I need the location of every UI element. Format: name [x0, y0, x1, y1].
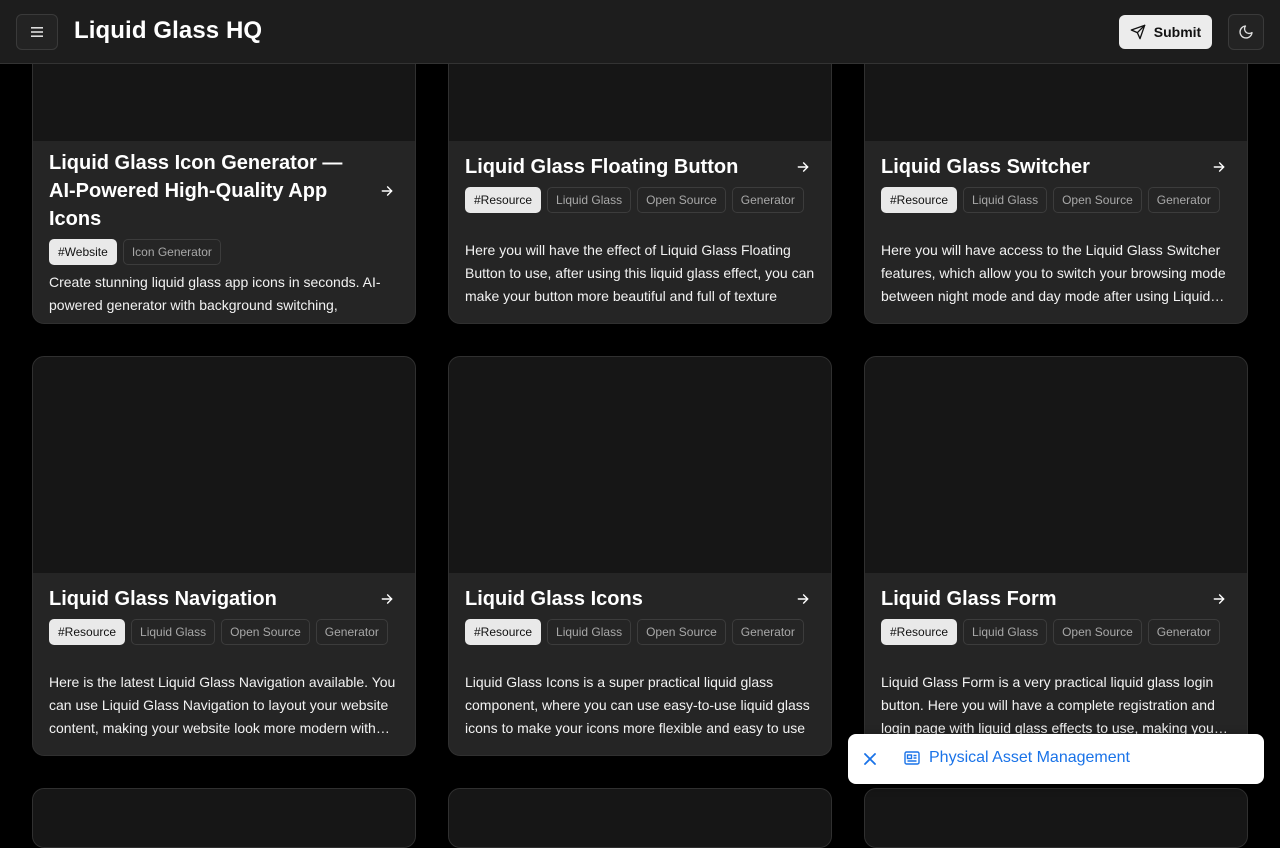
- news-icon: [904, 751, 920, 765]
- tag-badge[interactable]: Generator: [731, 619, 804, 645]
- tag-badge[interactable]: Liquid Glass: [131, 619, 216, 645]
- tag-badge[interactable]: Liquid Glass: [963, 619, 1048, 645]
- card-description: Here is the latest Liquid Glass Navigati…: [49, 674, 396, 736]
- arrow-right-icon[interactable]: [379, 591, 395, 607]
- tag-badge[interactable]: Open Source: [1053, 619, 1142, 645]
- arrow-right-icon[interactable]: [795, 159, 811, 175]
- card-description: Liquid Glass Form is a very practical li…: [881, 674, 1219, 736]
- card-thumbnail: [865, 789, 1247, 847]
- hamburger-menu-icon: [31, 27, 43, 37]
- card-thumbnail: [33, 789, 415, 847]
- tag-badge[interactable]: Open Source: [221, 619, 310, 645]
- tag-badge[interactable]: Open Source: [637, 619, 726, 645]
- arrow-right-icon[interactable]: [795, 591, 811, 607]
- close-icon[interactable]: [863, 752, 877, 766]
- card-title[interactable]: Liquid Glass Floating Button: [465, 153, 815, 181]
- card-tags: #Resource Liquid Glass Open Source Gener…: [881, 187, 1231, 213]
- tag-badge[interactable]: Liquid Glass: [963, 187, 1048, 213]
- card-tags: #Resource Liquid Glass Open Source Gener…: [881, 619, 1231, 645]
- arrow-right-icon[interactable]: [379, 183, 395, 199]
- card-description: Liquid Glass Icons is a super practical …: [465, 674, 810, 736]
- notification-toast: Physical Asset Management: [848, 734, 1264, 784]
- card-tags: #Resource Liquid Glass Open Source Gener…: [465, 187, 815, 213]
- resource-card[interactable]: [448, 788, 832, 848]
- card-description: Here you will have access to the Liquid …: [881, 242, 1226, 304]
- card-tags: #Website Icon Generator: [49, 239, 399, 265]
- tag-badge[interactable]: Icon Generator: [122, 239, 221, 265]
- moon-icon: [1239, 25, 1253, 39]
- top-bar: Liquid Glass HQ Submit: [0, 0, 1280, 64]
- tag-badge[interactable]: #Resource: [881, 619, 958, 645]
- send-icon: [1130, 24, 1146, 40]
- card-tags: #Resource Liquid Glass Open Source Gener…: [465, 619, 815, 645]
- card-title[interactable]: Liquid Glass Icons: [465, 585, 815, 613]
- tag-badge[interactable]: Generator: [315, 619, 388, 645]
- theme-toggle-button[interactable]: [1228, 14, 1264, 50]
- arrow-right-icon[interactable]: [1211, 591, 1227, 607]
- toast-label: Physical Asset Management: [929, 749, 1130, 766]
- tag-badge[interactable]: #Website: [49, 239, 117, 265]
- card-title[interactable]: Liquid Glass Navigation: [49, 585, 399, 613]
- card-title[interactable]: Liquid Glass Form: [881, 585, 1231, 613]
- card-thumbnail: [449, 357, 831, 573]
- menu-button[interactable]: [16, 14, 58, 50]
- tag-badge[interactable]: #Resource: [49, 619, 126, 645]
- tag-badge[interactable]: Generator: [1147, 619, 1220, 645]
- tag-badge[interactable]: #Resource: [881, 187, 958, 213]
- tag-badge[interactable]: #Resource: [465, 187, 542, 213]
- submit-label: Submit: [1153, 24, 1202, 40]
- card-description: Create stunning liquid glass app icons i…: [49, 274, 381, 313]
- site-title[interactable]: Liquid Glass HQ: [74, 17, 262, 45]
- toast-link[interactable]: Physical Asset Management: [904, 749, 1130, 767]
- card-thumbnail: [865, 357, 1247, 573]
- tag-badge[interactable]: Liquid Glass: [547, 187, 632, 213]
- card-description: Here you will have the effect of Liquid …: [465, 242, 815, 304]
- arrow-right-icon[interactable]: [1211, 159, 1227, 175]
- card-title[interactable]: Liquid Glass Switcher: [881, 153, 1231, 181]
- resource-card[interactable]: [864, 788, 1248, 848]
- card-tags: #Resource Liquid Glass Open Source Gener…: [49, 619, 399, 645]
- card-thumbnail: [449, 789, 831, 847]
- resource-card[interactable]: [32, 788, 416, 848]
- resource-card[interactable]: Liquid Glass Icons #Resource Liquid Glas…: [448, 356, 832, 756]
- submit-button[interactable]: Submit: [1119, 15, 1212, 49]
- tag-badge[interactable]: Generator: [1147, 187, 1220, 213]
- tag-badge[interactable]: #Resource: [465, 619, 542, 645]
- tag-badge[interactable]: Open Source: [1053, 187, 1142, 213]
- card-title[interactable]: Liquid Glass Icon Generator — AI-Powered…: [49, 149, 399, 233]
- tag-badge[interactable]: Generator: [731, 187, 804, 213]
- tag-badge[interactable]: Open Source: [637, 187, 726, 213]
- resource-card[interactable]: Liquid Glass Form #Resource Liquid Glass…: [864, 356, 1248, 756]
- card-thumbnail: [33, 357, 415, 573]
- resource-card[interactable]: Liquid Glass Navigation #Resource Liquid…: [32, 356, 416, 756]
- tag-badge[interactable]: Liquid Glass: [547, 619, 632, 645]
